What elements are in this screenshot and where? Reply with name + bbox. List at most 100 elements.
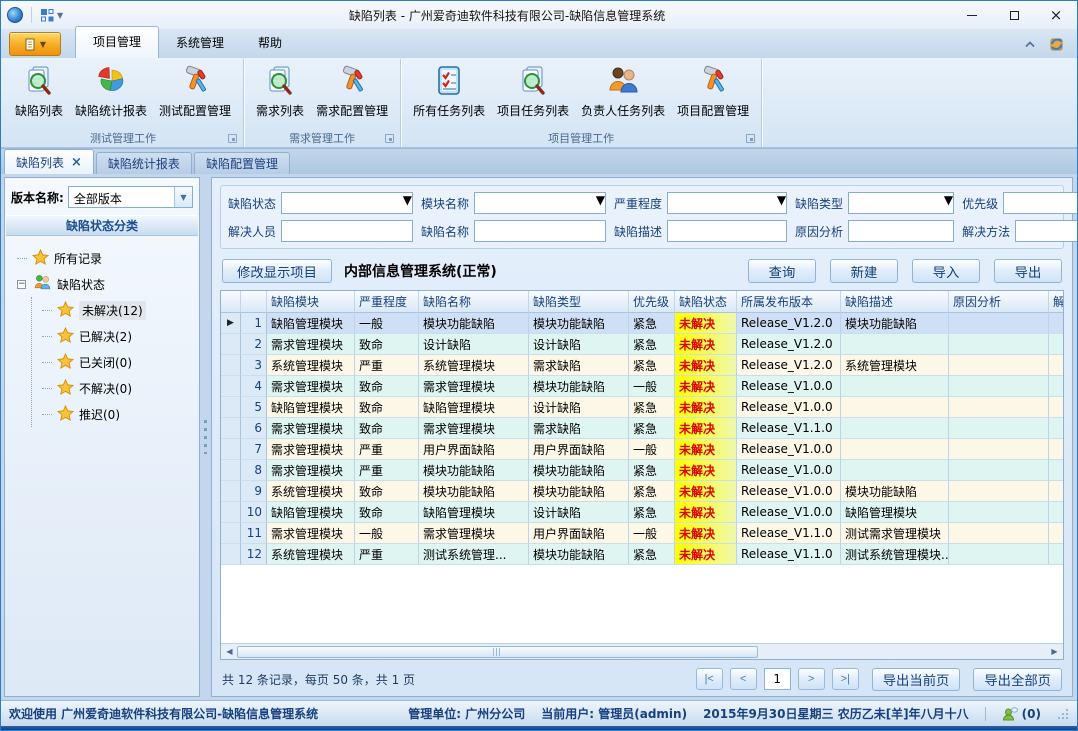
ribbon-button-项目配置管理[interactable]: 项目配置管理 <box>671 61 755 121</box>
column-header-缺陷名称[interactable]: 缺陷名称 <box>419 291 529 313</box>
table-row[interactable]: 7需求管理模块严重用户界面缺陷用户界面缺陷一般未解决Release_V1.0.0 <box>221 439 1063 460</box>
filter-input-解决方法[interactable] <box>1015 220 1078 242</box>
minimize-button[interactable] <box>951 1 993 29</box>
table-row[interactable]: 6需求管理模块致命需求管理模块需求缺陷紧急未解决Release_V1.1.0 <box>221 418 1063 439</box>
scroll-right-icon[interactable]: ▶ <box>1047 645 1062 659</box>
ribbon-tab-系统管理[interactable]: 系统管理 <box>159 28 241 58</box>
column-header-严重程度[interactable]: 严重程度 <box>355 291 419 313</box>
tree-item-已关闭(0)[interactable]: 已关闭(0) <box>42 349 195 375</box>
prev-page-button[interactable]: < <box>730 668 757 690</box>
modify-columns-button[interactable]: 修改显示项目 <box>222 259 332 283</box>
filter-value-input[interactable] <box>668 221 786 241</box>
chevron-down-icon[interactable]: ▼ <box>777 193 786 213</box>
scroll-left-icon[interactable]: ◀ <box>222 645 237 659</box>
ribbon-tab-帮助[interactable]: 帮助 <box>241 28 299 58</box>
tree-item-未解决(12)[interactable]: 未解决(12) <box>42 297 195 323</box>
ribbon-button-所有任务列表[interactable]: 所有任务列表 <box>407 61 491 121</box>
scrollbar-thumb[interactable] <box>237 646 758 658</box>
tree-item-已解决(2)[interactable]: 已解决(2) <box>42 323 195 349</box>
column-header-缺陷类型[interactable]: 缺陷类型 <box>529 291 629 313</box>
table-row[interactable]: 12系统管理模块严重测试系统管理...模块功能缺陷紧急未解决Release_V1… <box>221 544 1063 565</box>
query-button[interactable]: 查询 <box>748 259 816 283</box>
ribbon-button-缺陷统计报表[interactable]: 缺陷统计报表 <box>69 61 153 121</box>
first-page-button[interactable]: |< <box>696 668 723 690</box>
collapse-ribbon-icon[interactable] <box>1024 40 1036 48</box>
tree-item-推迟(0)[interactable]: 推迟(0) <box>42 401 195 427</box>
tree-item-所有记录[interactable]: 所有记录 <box>17 245 195 271</box>
ribbon-tab-项目管理[interactable]: 项目管理 <box>75 26 159 58</box>
page-number-input[interactable] <box>764 668 791 690</box>
filter-value-input[interactable] <box>668 193 777 213</box>
chevron-down-icon[interactable]: ▼ <box>174 187 192 207</box>
ribbon-button-需求配置管理[interactable]: 需求配置管理 <box>310 61 394 121</box>
dialog-launcher-icon[interactable] <box>746 134 755 143</box>
new-button[interactable]: 新建 <box>830 259 898 283</box>
table-row[interactable]: 5缺陷管理模块致命缺陷管理模块设计缺陷紧急未解决Release_V1.0.0 <box>221 397 1063 418</box>
app-menu-button[interactable]: ▼ <box>9 32 61 56</box>
export-button[interactable]: 导出 <box>994 259 1062 283</box>
filter-input-原因分析[interactable] <box>848 220 954 242</box>
style-icon[interactable] <box>1048 36 1065 52</box>
ribbon-button-缺陷列表[interactable]: 缺陷列表 <box>9 61 69 121</box>
ribbon-button-需求列表[interactable]: 需求列表 <box>250 61 310 121</box>
filter-combobox-优先级[interactable]: ▼ <box>1003 192 1078 214</box>
export-all-pages-button[interactable]: 导出全部页 <box>973 668 1062 691</box>
horizontal-scrollbar[interactable]: ◀ ▶ <box>221 643 1063 659</box>
document-tab-缺陷配置管理[interactable]: 缺陷配置管理 <box>194 152 290 174</box>
column-header-解决方法[interactable]: 解决方法 <box>1049 291 1063 313</box>
filter-combobox-缺陷类型[interactable]: ▼ <box>848 192 954 214</box>
filter-value-input[interactable] <box>282 193 403 213</box>
column-header-原因分析[interactable]: 原因分析 <box>949 291 1049 313</box>
table-row[interactable]: 11需求管理模块一般需求管理模块用户界面缺陷一般未解决Release_V1.1.… <box>221 523 1063 544</box>
message-counter[interactable]: (0) <box>1002 707 1041 721</box>
ribbon-button-项目任务列表[interactable]: 项目任务列表 <box>491 61 575 121</box>
collapse-node-icon[interactable]: − <box>17 280 26 289</box>
export-current-page-button[interactable]: 导出当前页 <box>872 668 961 691</box>
filter-input-解决人员[interactable] <box>281 220 413 242</box>
table-row[interactable]: ▶1缺陷管理模块一般模块功能缺陷模块功能缺陷紧急未解决Release_V1.2.… <box>221 313 1063 334</box>
chevron-down-icon[interactable]: ▼ <box>403 193 412 213</box>
column-header-缺陷状态[interactable]: 缺陷状态 <box>675 291 737 313</box>
column-header-优先级[interactable]: 优先级 <box>629 291 675 313</box>
filter-value-input[interactable] <box>475 193 596 213</box>
column-header-缺陷模块[interactable]: 缺陷模块 <box>267 291 355 313</box>
table-row[interactable]: 9系统管理模块致命模块功能缺陷模块功能缺陷紧急未解决Release_V1.0.0… <box>221 481 1063 502</box>
close-button[interactable]: × <box>1035 1 1077 29</box>
document-tab-缺陷统计报表[interactable]: 缺陷统计报表 <box>96 152 192 174</box>
import-button[interactable]: 导入 <box>912 259 980 283</box>
dialog-launcher-icon[interactable] <box>385 134 394 143</box>
splitter[interactable] <box>200 177 211 697</box>
tree-item-缺陷状态[interactable]: −缺陷状态 <box>17 271 195 297</box>
column-header-缺陷描述[interactable]: 缺陷描述 <box>841 291 949 313</box>
table-row[interactable]: 2需求管理模块致命设计缺陷设计缺陷紧急未解决Release_V1.2.0 <box>221 334 1063 355</box>
version-combobox[interactable]: 全部版本 ▼ <box>68 186 193 208</box>
table-row[interactable]: 4需求管理模块致命需求管理模块模块功能缺陷一般未解决Release_V1.0.0 <box>221 376 1063 397</box>
table-row[interactable]: 10缺陷管理模块致命缺陷管理模块设计缺陷紧急未解决Release_V1.0.0缺… <box>221 502 1063 523</box>
filter-input-缺陷描述[interactable] <box>667 220 787 242</box>
next-page-button[interactable]: > <box>798 668 825 690</box>
column-header-所属发布版本[interactable]: 所属发布版本 <box>737 291 841 313</box>
chevron-down-icon[interactable]: ▼ <box>596 193 605 213</box>
close-tab-icon[interactable]: × <box>71 156 82 169</box>
filter-value-input[interactable] <box>475 221 605 241</box>
resize-grip-icon[interactable] <box>1057 708 1069 720</box>
filter-value-input[interactable] <box>1016 221 1078 241</box>
filter-input-缺陷名称[interactable] <box>474 220 606 242</box>
filter-combobox-缺陷状态[interactable]: ▼ <box>281 192 413 214</box>
ribbon-button-负责人任务列表[interactable]: 负责人任务列表 <box>575 61 671 121</box>
dialog-launcher-icon[interactable] <box>228 134 237 143</box>
last-page-button[interactable]: >| <box>832 668 859 690</box>
filter-combobox-模块名称[interactable]: ▼ <box>474 192 606 214</box>
table-row[interactable]: 3系统管理模块严重系统管理模块需求缺陷紧急未解决Release_V1.2.0系统… <box>221 355 1063 376</box>
quick-access-button[interactable]: ▼ <box>40 8 63 22</box>
filter-value-input[interactable] <box>282 221 412 241</box>
document-tab-缺陷列表[interactable]: 缺陷列表× <box>4 149 94 174</box>
filter-value-input[interactable] <box>1004 193 1078 213</box>
filter-value-input[interactable] <box>849 193 944 213</box>
tree-item-不解决(0)[interactable]: 不解决(0) <box>42 375 195 401</box>
filter-value-input[interactable] <box>849 221 953 241</box>
ribbon-button-测试配置管理[interactable]: 测试配置管理 <box>153 61 237 121</box>
table-row[interactable]: 8需求管理模块严重模块功能缺陷模块功能缺陷紧急未解决Release_V1.0.0 <box>221 460 1063 481</box>
filter-combobox-严重程度[interactable]: ▼ <box>667 192 787 214</box>
chevron-down-icon[interactable]: ▼ <box>944 193 953 213</box>
